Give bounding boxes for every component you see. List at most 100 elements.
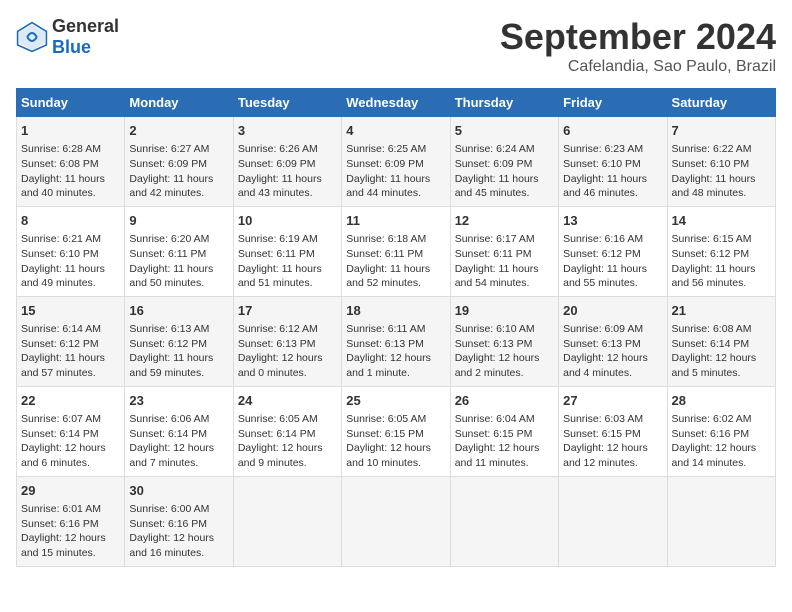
main-title: September 2024 [500,16,776,58]
day-number: 7 [672,122,771,140]
day-header-thursday: Thursday [450,89,558,117]
sunset-text: Sunset: 6:16 PM [672,428,750,440]
daylight-text: Daylight: 11 hours and 59 minutes. [129,352,213,379]
logo: General Blue [16,16,119,58]
calendar-cell: 11Sunrise: 6:18 AMSunset: 6:11 PMDayligh… [342,206,450,296]
logo-general: General [52,16,119,36]
calendar-cell: 26Sunrise: 6:04 AMSunset: 6:15 PMDayligh… [450,386,558,476]
sunset-text: Sunset: 6:09 PM [346,158,424,170]
sunset-text: Sunset: 6:14 PM [21,428,99,440]
daylight-text: Daylight: 11 hours and 43 minutes. [238,173,322,200]
day-header-friday: Friday [559,89,667,117]
daylight-text: Daylight: 12 hours and 15 minutes. [21,532,106,559]
day-header-monday: Monday [125,89,233,117]
calendar-cell [559,476,667,566]
subtitle: Cafelandia, Sao Paulo, Brazil [500,58,776,76]
day-header-tuesday: Tuesday [233,89,341,117]
daylight-text: Daylight: 11 hours and 57 minutes. [21,352,105,379]
day-number: 16 [129,302,228,320]
daylight-text: Daylight: 11 hours and 50 minutes. [129,263,213,290]
calendar-cell: 16Sunrise: 6:13 AMSunset: 6:12 PMDayligh… [125,296,233,386]
sunrise-text: Sunrise: 6:27 AM [129,143,209,155]
calendar-cell: 2Sunrise: 6:27 AMSunset: 6:09 PMDaylight… [125,117,233,207]
sunrise-text: Sunrise: 6:15 AM [672,233,752,245]
day-number: 9 [129,212,228,230]
calendar-week-row: 29Sunrise: 6:01 AMSunset: 6:16 PMDayligh… [17,476,776,566]
calendar-cell: 12Sunrise: 6:17 AMSunset: 6:11 PMDayligh… [450,206,558,296]
daylight-text: Daylight: 12 hours and 4 minutes. [563,352,648,379]
daylight-text: Daylight: 11 hours and 54 minutes. [455,263,539,290]
day-number: 26 [455,392,554,410]
calendar-table: SundayMondayTuesdayWednesdayThursdayFrid… [16,88,776,567]
sunset-text: Sunset: 6:09 PM [238,158,316,170]
sunrise-text: Sunrise: 6:21 AM [21,233,101,245]
day-number: 19 [455,302,554,320]
sunset-text: Sunset: 6:11 PM [129,248,206,260]
header: General Blue September 2024 Cafelandia, … [16,16,776,76]
day-number: 22 [21,392,120,410]
sunset-text: Sunset: 6:13 PM [455,338,533,350]
calendar-cell: 21Sunrise: 6:08 AMSunset: 6:14 PMDayligh… [667,296,775,386]
sunrise-text: Sunrise: 6:23 AM [563,143,643,155]
calendar-cell: 29Sunrise: 6:01 AMSunset: 6:16 PMDayligh… [17,476,125,566]
sunrise-text: Sunrise: 6:02 AM [672,413,752,425]
day-number: 29 [21,482,120,500]
sunrise-text: Sunrise: 6:09 AM [563,323,643,335]
sunset-text: Sunset: 6:14 PM [129,428,207,440]
sunset-text: Sunset: 6:13 PM [563,338,641,350]
calendar-cell: 19Sunrise: 6:10 AMSunset: 6:13 PMDayligh… [450,296,558,386]
sunset-text: Sunset: 6:13 PM [346,338,424,350]
sunset-text: Sunset: 6:15 PM [346,428,424,440]
daylight-text: Daylight: 11 hours and 48 minutes. [672,173,756,200]
logo-text: General Blue [52,16,119,58]
daylight-text: Daylight: 11 hours and 49 minutes. [21,263,105,290]
sunrise-text: Sunrise: 6:00 AM [129,503,209,515]
day-number: 17 [238,302,337,320]
calendar-cell: 10Sunrise: 6:19 AMSunset: 6:11 PMDayligh… [233,206,341,296]
sunrise-text: Sunrise: 6:18 AM [346,233,426,245]
sunrise-text: Sunrise: 6:07 AM [21,413,101,425]
calendar-cell: 6Sunrise: 6:23 AMSunset: 6:10 PMDaylight… [559,117,667,207]
sunset-text: Sunset: 6:11 PM [455,248,532,260]
daylight-text: Daylight: 11 hours and 51 minutes. [238,263,322,290]
day-number: 5 [455,122,554,140]
daylight-text: Daylight: 12 hours and 16 minutes. [129,532,214,559]
sunset-text: Sunset: 6:14 PM [238,428,316,440]
daylight-text: Daylight: 12 hours and 6 minutes. [21,442,106,469]
title-area: September 2024 Cafelandia, Sao Paulo, Br… [500,16,776,76]
calendar-week-row: 15Sunrise: 6:14 AMSunset: 6:12 PMDayligh… [17,296,776,386]
sunset-text: Sunset: 6:10 PM [672,158,750,170]
sunrise-text: Sunrise: 6:26 AM [238,143,318,155]
day-number: 25 [346,392,445,410]
sunrise-text: Sunrise: 6:25 AM [346,143,426,155]
daylight-text: Daylight: 12 hours and 0 minutes. [238,352,323,379]
daylight-text: Daylight: 12 hours and 5 minutes. [672,352,757,379]
calendar-cell: 13Sunrise: 6:16 AMSunset: 6:12 PMDayligh… [559,206,667,296]
sunrise-text: Sunrise: 6:05 AM [346,413,426,425]
daylight-text: Daylight: 11 hours and 45 minutes. [455,173,539,200]
sunrise-text: Sunrise: 6:12 AM [238,323,318,335]
calendar-cell [450,476,558,566]
calendar-cell [233,476,341,566]
daylight-text: Daylight: 11 hours and 42 minutes. [129,173,213,200]
sunrise-text: Sunrise: 6:06 AM [129,413,209,425]
sunrise-text: Sunrise: 6:08 AM [672,323,752,335]
daylight-text: Daylight: 11 hours and 52 minutes. [346,263,430,290]
day-number: 18 [346,302,445,320]
sunset-text: Sunset: 6:12 PM [129,338,207,350]
calendar-cell: 4Sunrise: 6:25 AMSunset: 6:09 PMDaylight… [342,117,450,207]
calendar-cell: 27Sunrise: 6:03 AMSunset: 6:15 PMDayligh… [559,386,667,476]
day-header-wednesday: Wednesday [342,89,450,117]
calendar-cell: 28Sunrise: 6:02 AMSunset: 6:16 PMDayligh… [667,386,775,476]
sunrise-text: Sunrise: 6:03 AM [563,413,643,425]
calendar-cell: 14Sunrise: 6:15 AMSunset: 6:12 PMDayligh… [667,206,775,296]
day-header-saturday: Saturday [667,89,775,117]
sunset-text: Sunset: 6:11 PM [238,248,315,260]
sunrise-text: Sunrise: 6:05 AM [238,413,318,425]
daylight-text: Daylight: 11 hours and 55 minutes. [563,263,647,290]
day-number: 30 [129,482,228,500]
calendar-cell: 20Sunrise: 6:09 AMSunset: 6:13 PMDayligh… [559,296,667,386]
sunrise-text: Sunrise: 6:16 AM [563,233,643,245]
day-number: 4 [346,122,445,140]
daylight-text: Daylight: 12 hours and 1 minute. [346,352,431,379]
